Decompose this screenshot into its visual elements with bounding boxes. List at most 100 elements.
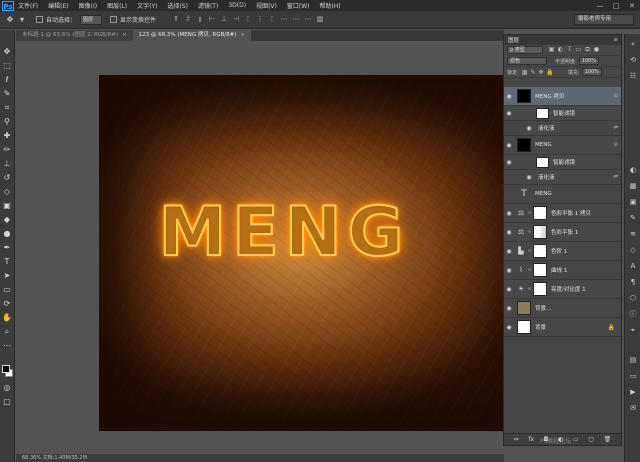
fill-field[interactable]: 100%: [581, 68, 602, 76]
paragraph-panel-icon[interactable]: ¶: [627, 276, 639, 288]
marquee-icon[interactable]: ⬚: [1, 60, 13, 72]
crop-icon[interactable]: ⌗: [1, 102, 13, 114]
brush-icon[interactable]: ✏: [1, 144, 13, 156]
move-icon[interactable]: ✥: [1, 46, 13, 58]
timeline-panel-icon[interactable]: ▭: [627, 370, 639, 382]
tab-close-icon[interactable]: ×: [240, 32, 245, 38]
visibility-eye-icon[interactable]: ◉: [504, 229, 514, 236]
layer-background[interactable]: ◉ 背景 🔒: [504, 318, 621, 337]
more-tools-icon[interactable]: ⋯: [1, 340, 13, 352]
menu-layer[interactable]: 图层(L): [107, 1, 127, 10]
filter-options-icon[interactable]: ⇌: [613, 125, 618, 131]
layer-brightness-contrast[interactable]: ◉ ☀ ∞ 亮度/对比度 1: [504, 280, 621, 299]
info-panel-icon[interactable]: ⓘ: [627, 308, 639, 320]
tab-123[interactable]: 123 @ 68.3% (MENG 拷贝, RGB/8#) ×: [132, 30, 251, 41]
minimize-button[interactable]: —: [592, 2, 608, 10]
styles-panel-icon[interactable]: ▣: [627, 196, 639, 208]
path-select-icon[interactable]: ➤: [1, 270, 13, 282]
layer-levels[interactable]: ◉ ▙ ∞ 色阶 1: [504, 242, 621, 261]
move-tool-icon[interactable]: ✥: [4, 14, 16, 26]
align-left-icon[interactable]: ⊢: [206, 15, 218, 24]
notes-panel-icon[interactable]: ✉: [627, 402, 639, 414]
foreground-color-swatch[interactable]: [2, 365, 10, 373]
history-panel-icon[interactable]: ⟲: [627, 54, 639, 66]
channels-panel-icon[interactable]: ≋: [627, 228, 639, 240]
type-icon[interactable]: T: [1, 256, 13, 268]
filter-kind-dropdown[interactable]: ρ 类型: [507, 46, 543, 54]
dodge-icon[interactable]: ●: [1, 228, 13, 240]
workspace-dropdown[interactable]: 摄影老师专用: [574, 14, 634, 25]
distribute-6-icon[interactable]: ⋯: [302, 15, 314, 24]
filter-type-icon[interactable]: T: [565, 46, 574, 54]
character-panel-icon[interactable]: A: [627, 260, 639, 272]
healing-brush-icon[interactable]: ✚: [1, 130, 13, 142]
lock-transparent-icon[interactable]: ▦: [522, 69, 528, 76]
actions-panel-icon[interactable]: ▶: [627, 386, 639, 398]
layer-curves[interactable]: ◉ ⌇ ∞ 曲线 1: [504, 261, 621, 280]
layer-meng-copy[interactable]: ◉ MENG 拷贝 ⊙: [504, 87, 621, 106]
paths-panel-icon[interactable]: ◇: [627, 244, 639, 256]
collapse-panels-icon[interactable]: «: [627, 38, 639, 50]
lock-all-icon[interactable]: 🔒: [546, 69, 553, 76]
layer-comps-icon[interactable]: ▤: [627, 354, 639, 366]
menu-type[interactable]: 文字(Y): [137, 1, 157, 10]
lock-move-icon[interactable]: ✥: [538, 69, 543, 76]
align-right-icon[interactable]: ⊣: [230, 15, 242, 24]
lasso-icon[interactable]: ℓ: [1, 74, 13, 86]
menu-window[interactable]: 窗口(W): [287, 1, 310, 10]
layer-smart-filter[interactable]: ◉ 智能滤镜: [504, 155, 621, 170]
auto-select-dropdown[interactable]: 图层: [80, 14, 103, 25]
layer-meng-text[interactable]: T MENG: [504, 185, 621, 204]
align-vcenter-icon[interactable]: ⫩: [182, 15, 194, 24]
layer-color-balance-copy[interactable]: ◉ ⚖ ∞ 色彩平衡 1 拷贝: [504, 204, 621, 223]
distribute-2-icon[interactable]: ⋮: [254, 15, 266, 24]
align-bottom-icon[interactable]: ⫫: [194, 15, 206, 24]
3d-rotate-icon[interactable]: ⟳: [1, 298, 13, 310]
tool-preset-chevron-icon[interactable]: ▾: [16, 14, 28, 26]
auto-align-icon[interactable]: ▥: [314, 15, 326, 24]
filter-adjust-icon[interactable]: ◐: [556, 46, 565, 54]
3d-panel-icon[interactable]: ⬡: [627, 292, 639, 304]
menu-edit[interactable]: 编辑(E): [48, 1, 68, 10]
layer-smart-filter[interactable]: ◉ 智能滤镜: [504, 106, 621, 121]
filter-toggle-icon[interactable]: ●: [592, 46, 601, 54]
distribute-3-icon[interactable]: ⋮: [266, 15, 278, 24]
tab-close-icon[interactable]: ×: [122, 32, 127, 38]
visibility-eye-icon[interactable]: ◉: [504, 210, 514, 217]
shape-icon[interactable]: ▭: [1, 284, 13, 296]
visibility-eye-icon[interactable]: ◉: [504, 159, 514, 166]
screen-mode-icon[interactable]: ▢: [1, 396, 13, 408]
visibility-eye-icon[interactable]: ◉: [504, 267, 514, 274]
adjustments-panel-icon[interactable]: ◐: [627, 164, 639, 176]
pen-icon[interactable]: ✒: [1, 242, 13, 254]
layer-liquify-filter[interactable]: ◉ 液化液 ⇌: [504, 121, 621, 136]
visibility-eye-icon[interactable]: ◉: [504, 286, 514, 293]
align-top-icon[interactable]: ⫪: [170, 15, 182, 24]
tab-untitled-1[interactable]: 未标题-1 @ 63.6% (图层 2, RGB/8#) ×: [16, 30, 133, 41]
show-transform-checkbox[interactable]: [110, 16, 118, 23]
layer-style-icon[interactable]: fx: [528, 436, 534, 443]
clone-stamp-icon[interactable]: ⊥: [1, 158, 13, 170]
history-brush-icon[interactable]: ↺: [1, 172, 13, 184]
document-canvas[interactable]: MENG: [99, 75, 545, 431]
visibility-eye-icon[interactable]: ◉: [504, 110, 514, 117]
filter-smart-icon[interactable]: ⧉: [583, 46, 592, 54]
menu-filter[interactable]: 滤镜(T): [198, 1, 218, 10]
layer-meng-smart[interactable]: ◉ MENG ⊙: [504, 136, 621, 155]
auto-select-checkbox[interactable]: [36, 16, 43, 23]
lock-paint-icon[interactable]: ✎: [530, 69, 535, 76]
quick-select-icon[interactable]: ✎: [1, 88, 13, 100]
swatches-panel-icon[interactable]: ▦: [627, 180, 639, 192]
menu-file[interactable]: 文件(F): [18, 1, 38, 10]
delete-layer-icon[interactable]: 🗑: [604, 436, 612, 443]
menu-help[interactable]: 帮助(H): [320, 1, 341, 10]
link-layers-icon[interactable]: ⇔: [514, 436, 519, 443]
hand-icon[interactable]: ✋: [1, 312, 13, 324]
layers-panel-title[interactable]: 图层: [508, 36, 519, 44]
visibility-eye-icon[interactable]: ◉: [504, 305, 514, 312]
eraser-icon[interactable]: ◇: [1, 186, 13, 198]
visibility-eye-icon[interactable]: ◉: [524, 174, 534, 181]
menu-select[interactable]: 选择(S): [167, 1, 188, 10]
brush-panel-icon[interactable]: ✎: [627, 212, 639, 224]
menu-3d[interactable]: 3D(D): [228, 2, 246, 9]
